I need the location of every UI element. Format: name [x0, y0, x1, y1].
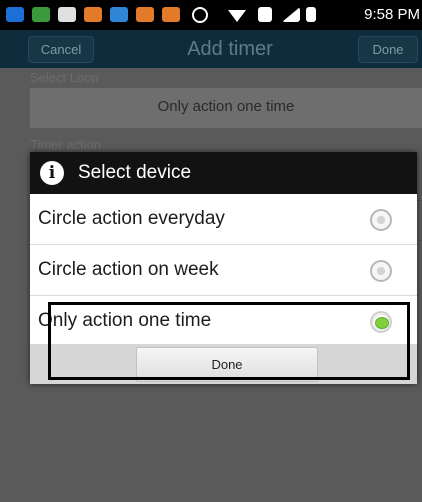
gallery-icon [58, 7, 76, 22]
app-icon [136, 7, 154, 22]
option-label: Circle action everyday [38, 208, 225, 229]
data-icon [258, 7, 272, 22]
option-circle-everyday[interactable]: Circle action everyday [30, 194, 417, 244]
signal-icon [282, 7, 300, 22]
app-icon [110, 7, 128, 22]
title-bar: Cancel Add timer Done [0, 30, 422, 68]
radio-dot [377, 267, 385, 275]
option-circle-week[interactable]: Circle action on week [30, 245, 417, 295]
app-icon [84, 7, 102, 22]
dialog-title: Select device [78, 162, 192, 183]
cancel-button[interactable]: Cancel [28, 36, 94, 63]
battery-icon [306, 7, 316, 22]
dialog-header: i Select device [30, 152, 417, 194]
timer-action-label: Timer action [30, 137, 102, 152]
highlight-box [48, 302, 410, 380]
app-icon [6, 7, 24, 22]
loop-value: Only action one time [157, 98, 295, 115]
option-label: Circle action on week [38, 259, 219, 280]
info-icon: i [40, 161, 64, 185]
radio-dot [377, 216, 385, 224]
clock: 9:58 PM [364, 6, 420, 23]
alarm-icon [192, 7, 208, 23]
page-title: Add timer [187, 38, 273, 60]
radio-button[interactable] [370, 260, 392, 282]
wifi-icon [228, 10, 246, 22]
app-icon [32, 7, 50, 22]
done-button[interactable]: Done [358, 36, 418, 63]
select-loop-label: Select Loop [30, 70, 99, 85]
status-bar: 9:58 PM [0, 0, 422, 30]
radio-button[interactable] [370, 209, 392, 231]
app-icon [162, 7, 180, 22]
